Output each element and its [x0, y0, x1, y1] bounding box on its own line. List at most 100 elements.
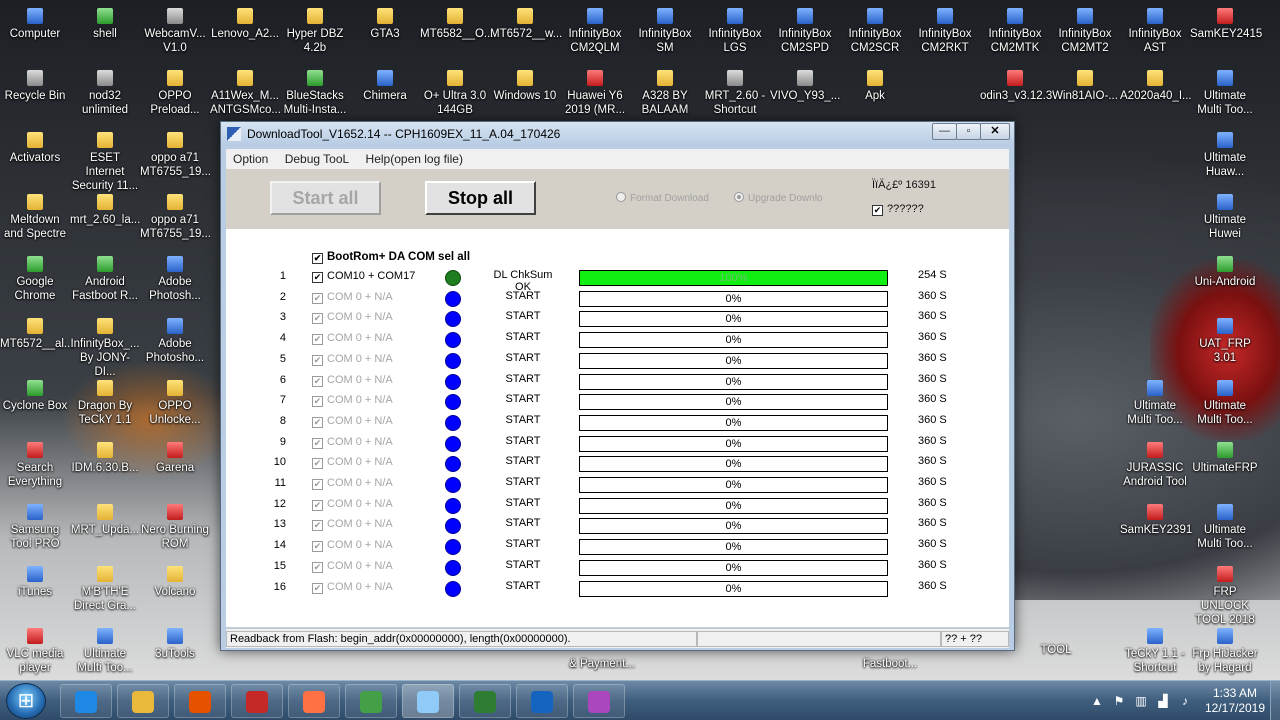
desktop-icon[interactable]: SamKEY2415	[1190, 8, 1262, 41]
desktop-icon[interactable]: odin3_v3.12.3	[980, 70, 1052, 103]
desktop-icon[interactable]: InfinityBox CM2RKT	[910, 8, 980, 55]
desktop-icon[interactable]: Cyclone Box	[0, 380, 70, 413]
desktop-icon[interactable]: MRT_2.60 - Shortcut	[700, 70, 770, 117]
desktop-icon-label[interactable]: TOOL	[1016, 643, 1096, 657]
desktop-icon[interactable]: Android Fastboot R...	[70, 256, 140, 303]
desktop-icon[interactable]: A2020a40_I...	[1120, 70, 1192, 103]
desktop-icon[interactable]: Uni-Android	[1190, 256, 1260, 289]
tray-security-icon[interactable]: ⚑	[1112, 694, 1126, 708]
desktop-icon[interactable]: InfinityBox CM2SPD	[770, 8, 840, 55]
port-checkbox[interactable]: ✔ COM 0 + N/A	[312, 436, 393, 449]
close-button[interactable]: ✕	[980, 123, 1010, 140]
desktop-icon[interactable]: shell	[70, 8, 140, 41]
desktop-icon[interactable]: MT6572__al...	[0, 318, 74, 351]
desktop-icon[interactable]: UAT_FRP 3.01	[1190, 318, 1260, 365]
port-checkbox[interactable]: ✔ COM 0 + N/A	[312, 498, 393, 511]
taskbar-internet-explorer[interactable]	[60, 684, 112, 718]
menu-option[interactable]: Option	[226, 149, 274, 166]
desktop-icon[interactable]: iTunes	[0, 566, 70, 599]
desktop-icon[interactable]: mrt_2.60_la...	[70, 194, 140, 227]
desktop-icon[interactable]: Nero Burning ROM	[140, 504, 210, 551]
port-checkbox[interactable]: ✔ COM 0 + N/A	[312, 394, 393, 408]
start-all-button[interactable]: Start all	[270, 181, 381, 215]
port-checkbox[interactable]: ✔ COM 0 + N/A	[312, 456, 393, 470]
desktop-icon[interactable]: Adobe Photosho...	[140, 318, 210, 365]
show-desktop-button[interactable]	[1270, 681, 1280, 720]
desktop-icon[interactable]: 3uTools	[140, 628, 210, 661]
taskbar-media-player[interactable]	[174, 684, 226, 718]
desktop-icon[interactable]: FRP UNLOCK TOOL 2018	[1190, 566, 1260, 627]
desktop-icon[interactable]: InfinityBox CM2MT2	[1050, 8, 1120, 55]
desktop-icon[interactable]: UltimateFRP	[1190, 442, 1260, 475]
port-checkbox[interactable]: ✔ COM 0 + N/A	[312, 518, 393, 532]
desktop-icon[interactable]: nod32 unlimited	[70, 70, 140, 117]
desktop-icon[interactable]: ESET Internet Security 11...	[70, 132, 140, 193]
port-checkbox[interactable]: ✔ COM10 + COM17	[312, 270, 415, 283]
desktop-icon[interactable]: Frp HiJacker by Hagard	[1190, 628, 1260, 675]
desktop-icon[interactable]: BlueStacks Multi-Insta...	[280, 70, 350, 117]
tray-expand-icon[interactable]: ▲	[1090, 694, 1104, 708]
desktop-icon[interactable]: MRT_Upda...	[70, 504, 140, 537]
taskbar-chrome[interactable]	[345, 684, 397, 718]
desktop-icon[interactable]: Adobe Photosh...	[140, 256, 210, 303]
taskbar-network-tool[interactable]	[459, 684, 511, 718]
desktop-icon[interactable]: A328 BY BALAAM	[630, 70, 700, 117]
desktop-icon[interactable]: InfinityBox_... By JONY-DI...	[70, 318, 140, 379]
desktop-icon[interactable]: Activators	[0, 132, 70, 165]
desktop-icon-label[interactable]: & Payment...	[562, 657, 642, 671]
maximize-button[interactable]: ▫	[956, 123, 981, 140]
desktop-icon[interactable]: Hyper DBZ 4.2b	[280, 8, 350, 55]
desktop-icon[interactable]: Ultimate Multi Too...	[1120, 380, 1190, 427]
tray-signal-icon[interactable]: ▟	[1156, 694, 1170, 708]
desktop-icon[interactable]: IDM.6.30.B...	[70, 442, 140, 475]
select-all-checkbox[interactable]: ✔ BootRom+ DA COM sel all	[312, 251, 470, 264]
port-checkbox[interactable]: ✔ COM 0 + N/A	[312, 581, 393, 594]
minimize-button[interactable]: —	[932, 123, 957, 140]
menu-help[interactable]: Help(open log file)	[359, 149, 469, 166]
desktop-icon[interactable]: MT6582__O...	[420, 8, 494, 41]
desktop-icon[interactable]: InfinityBox AST	[1120, 8, 1190, 55]
port-checkbox[interactable]: ✔ COM 0 + N/A	[312, 353, 393, 366]
desktop-icon[interactable]: WebcamV... V1.0	[140, 8, 210, 55]
desktop-icon[interactable]: Computer	[0, 8, 70, 41]
menu-debug-tool[interactable]: Debug TooL	[278, 149, 356, 166]
port-checkbox[interactable]: ✔ COM 0 + N/A	[312, 374, 393, 387]
desktop-icon[interactable]: A11Wex_M... ANTGSMco...	[210, 70, 281, 117]
port-checkbox[interactable]: ✔ COM 0 + N/A	[312, 539, 393, 553]
taskbar-paint[interactable]	[573, 684, 625, 718]
desktop-icon[interactable]: JURASSIC Android Tool	[1120, 442, 1190, 489]
desktop-icon[interactable]: Ultimate Huaw...	[1190, 132, 1260, 179]
taskbar-file-explorer[interactable]	[117, 684, 169, 718]
desktop-icon[interactable]: Chimera	[350, 70, 420, 103]
stop-all-button[interactable]: Stop all	[425, 181, 536, 215]
desktop-icon[interactable]: Apk	[840, 70, 910, 103]
desktop-icon[interactable]: Samsung Tool PRO	[0, 504, 70, 551]
port-checkbox[interactable]: ✔ COM 0 + N/A	[312, 311, 393, 325]
desktop-icon-label[interactable]: Fastboot...	[850, 657, 930, 671]
port-checkbox[interactable]: ✔ COM 0 + N/A	[312, 332, 393, 346]
title-bar[interactable]: DownloadTool_V1652.14 -- CPH1609EX_11_A.…	[221, 122, 1014, 146]
desktop-icon[interactable]: Win81AIO-...	[1050, 70, 1120, 103]
desktop-icon[interactable]: Meltdown and Spectre	[0, 194, 70, 241]
tray-volume-icon[interactable]: ♪	[1178, 694, 1192, 708]
desktop-icon[interactable]: Ultimate Multi Too...	[70, 628, 140, 675]
port-checkbox[interactable]: ✔ COM 0 + N/A	[312, 560, 393, 573]
format-download-radio[interactable]: Format Download	[616, 192, 709, 204]
port-checkbox[interactable]: ✔ COM 0 + N/A	[312, 291, 393, 304]
desktop-icon[interactable]: GTA3	[350, 8, 420, 41]
desktop-icon[interactable]: OPPO Unlocke...	[140, 380, 210, 427]
desktop-icon[interactable]: M'B'TH'E Direct Gra...	[70, 566, 140, 613]
desktop-icon[interactable]: Windows 10	[490, 70, 560, 103]
desktop-icon[interactable]: VIVO_Y93_...	[770, 70, 840, 103]
desktop-icon[interactable]: Garena	[140, 442, 210, 475]
desktop-icon[interactable]: VLC media player	[0, 628, 70, 675]
tray-network-icon[interactable]: ▥	[1134, 694, 1148, 708]
desktop-icon[interactable]: InfinityBox SM	[630, 8, 700, 55]
desktop-icon[interactable]: OPPO Preload...	[140, 70, 210, 117]
taskbar-garena[interactable]	[231, 684, 283, 718]
taskbar-firefox[interactable]	[288, 684, 340, 718]
desktop-icon[interactable]: oppo a71 MT6755_19...	[140, 194, 211, 241]
desktop-icon[interactable]: O+ Ultra 3.0 144GB	[420, 70, 490, 117]
port-checkbox[interactable]: ✔ COM 0 + N/A	[312, 477, 393, 490]
desktop-icon[interactable]: oppo a71 MT6755_19...	[140, 132, 211, 179]
